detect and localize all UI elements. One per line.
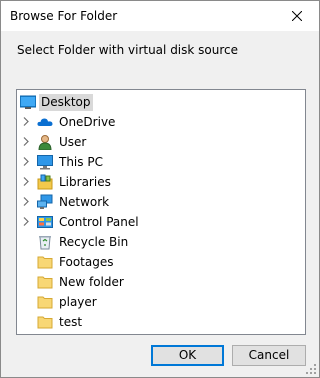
chevron-right-icon[interactable] xyxy=(23,217,29,226)
tree-item-libraries[interactable]: Libraries xyxy=(17,172,305,192)
tree-item-label: Network xyxy=(59,195,110,209)
control-panel-icon xyxy=(37,214,53,230)
desktop-icon xyxy=(19,94,37,110)
tree-item-label: New folder xyxy=(59,275,124,289)
resize-grip-icon[interactable] xyxy=(306,364,317,375)
cancel-button-label: Cancel xyxy=(248,348,290,362)
tree-item-onedrive[interactable]: OneDrive xyxy=(17,112,305,132)
chevron-right-icon[interactable] xyxy=(23,117,29,126)
tree-item-user[interactable]: User xyxy=(17,132,305,152)
folder-tree[interactable]: Desktop OneDrive User This PC Libraries … xyxy=(16,89,306,335)
dialog-prompt: Select Folder with virtual disk source xyxy=(17,43,239,57)
tree-item-new-folder[interactable]: New folder xyxy=(17,272,305,292)
folder-icon xyxy=(37,274,53,290)
user-icon xyxy=(37,134,53,151)
tree-item-test[interactable]: test xyxy=(17,312,305,332)
tree-item-label: This PC xyxy=(59,155,103,169)
title-bar: Browse For Folder xyxy=(1,1,319,31)
folder-icon xyxy=(37,314,53,330)
chevron-right-icon[interactable] xyxy=(23,137,29,146)
libraries-icon xyxy=(37,174,53,190)
computer-icon xyxy=(37,154,53,170)
close-button[interactable] xyxy=(275,1,319,31)
tree-item-recycle-bin[interactable]: Recycle Bin xyxy=(17,232,305,252)
window-title: Browse For Folder xyxy=(10,9,118,23)
tree-item-footages[interactable]: Footages xyxy=(17,252,305,272)
ok-button[interactable]: OK xyxy=(151,345,224,366)
chevron-right-icon[interactable] xyxy=(23,157,29,166)
network-icon xyxy=(37,194,53,210)
folder-icon xyxy=(37,254,53,270)
tree-item-label: Control Panel xyxy=(59,215,139,229)
tree-item-label: Desktop xyxy=(39,94,93,111)
folder-icon xyxy=(37,294,53,310)
chevron-right-icon[interactable] xyxy=(23,177,29,186)
tree-item-control-panel[interactable]: Control Panel xyxy=(17,212,305,232)
tree-item-network[interactable]: Network xyxy=(17,192,305,212)
tree-item-label: Recycle Bin xyxy=(59,235,129,249)
tree-item-player[interactable]: player xyxy=(17,292,305,312)
browse-for-folder-dialog: Browse For Folder Select Folder with vir… xyxy=(0,0,320,378)
close-icon xyxy=(292,11,302,21)
tree-item-this-pc[interactable]: This PC xyxy=(17,152,305,172)
tree-item-label: Footages xyxy=(59,255,114,269)
tree-item-label: test xyxy=(59,315,83,329)
tree-item-desktop[interactable]: Desktop xyxy=(17,92,305,112)
tree-item-label: OneDrive xyxy=(59,115,116,129)
chevron-right-icon[interactable] xyxy=(23,197,29,206)
onedrive-cloud-icon xyxy=(37,114,53,130)
cancel-button[interactable]: Cancel xyxy=(232,345,306,366)
tree-item-label: player xyxy=(59,295,97,309)
ok-button-label: OK xyxy=(178,348,197,362)
tree-item-label: Libraries xyxy=(59,175,111,189)
recycle-bin-icon xyxy=(37,234,53,250)
tree-item-label: User xyxy=(59,135,87,149)
